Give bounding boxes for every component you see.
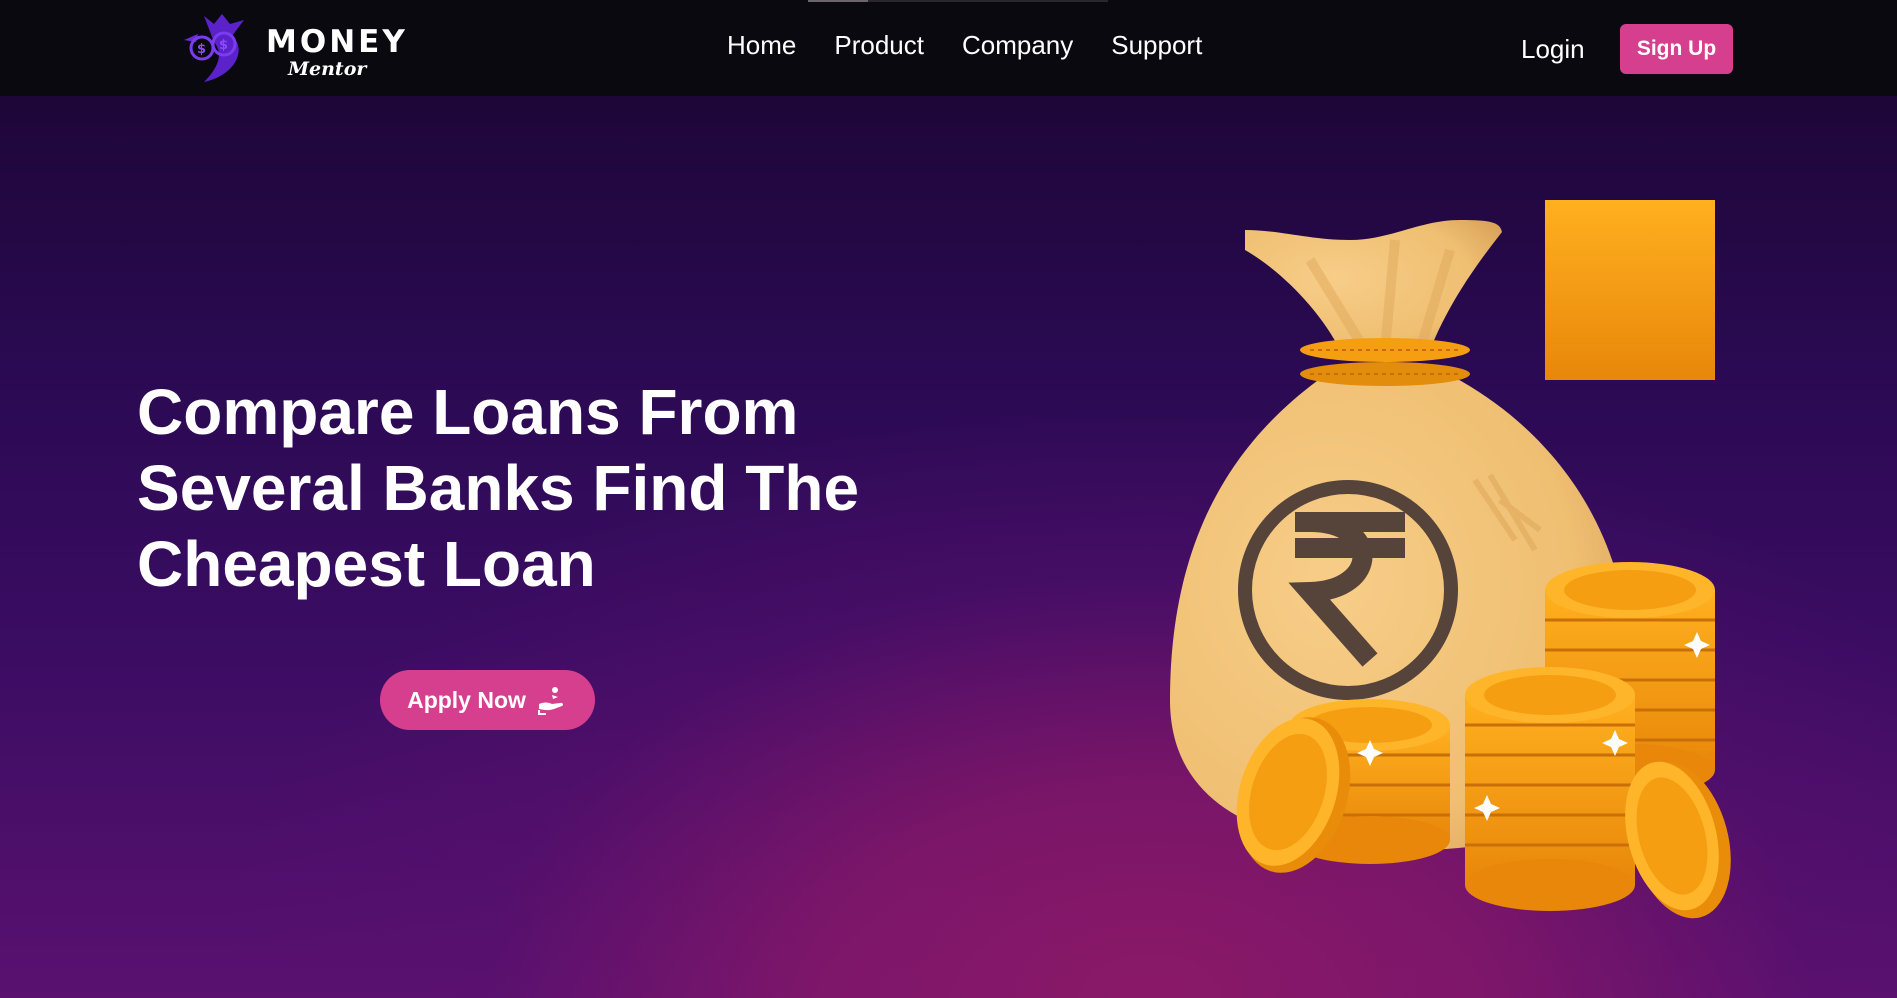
brand-tagline: Mentor	[288, 58, 367, 80]
coin-stack-front	[1465, 667, 1635, 911]
nav-company[interactable]: Company	[962, 30, 1073, 61]
svg-text:$: $	[219, 38, 228, 53]
nav-product[interactable]: Product	[834, 30, 924, 61]
svg-text:$: $	[197, 42, 206, 57]
signup-button[interactable]: Sign Up	[1620, 24, 1733, 74]
headline-line-3: Cheapest Loan	[137, 528, 596, 600]
money-bag-illustration	[1170, 200, 1731, 919]
hand-coin-icon	[537, 687, 563, 715]
apply-now-label: Apply Now	[407, 686, 526, 713]
nav-support[interactable]: Support	[1111, 30, 1202, 61]
headline-line-1: Compare Loans From	[137, 376, 799, 448]
money-mentor-logo-icon: $ $	[184, 14, 244, 82]
page-progress-indicator	[808, 0, 1108, 2]
brand-logo[interactable]: $ $ MONEY Mentor	[174, 10, 405, 86]
login-link[interactable]: Login	[1521, 34, 1585, 65]
hero-headline: Compare Loans From Several Banks Find Th…	[137, 374, 897, 602]
navbar: $ $ MONEY Mentor Home Product Company Su…	[0, 0, 1897, 96]
apply-now-button[interactable]: Apply Now	[380, 670, 595, 730]
brand-name: MONEY	[266, 24, 408, 60]
main-nav: Home Product Company Support	[727, 30, 1202, 61]
headline-line-2: Several Banks Find The	[137, 452, 860, 524]
nav-home[interactable]: Home	[727, 30, 796, 61]
